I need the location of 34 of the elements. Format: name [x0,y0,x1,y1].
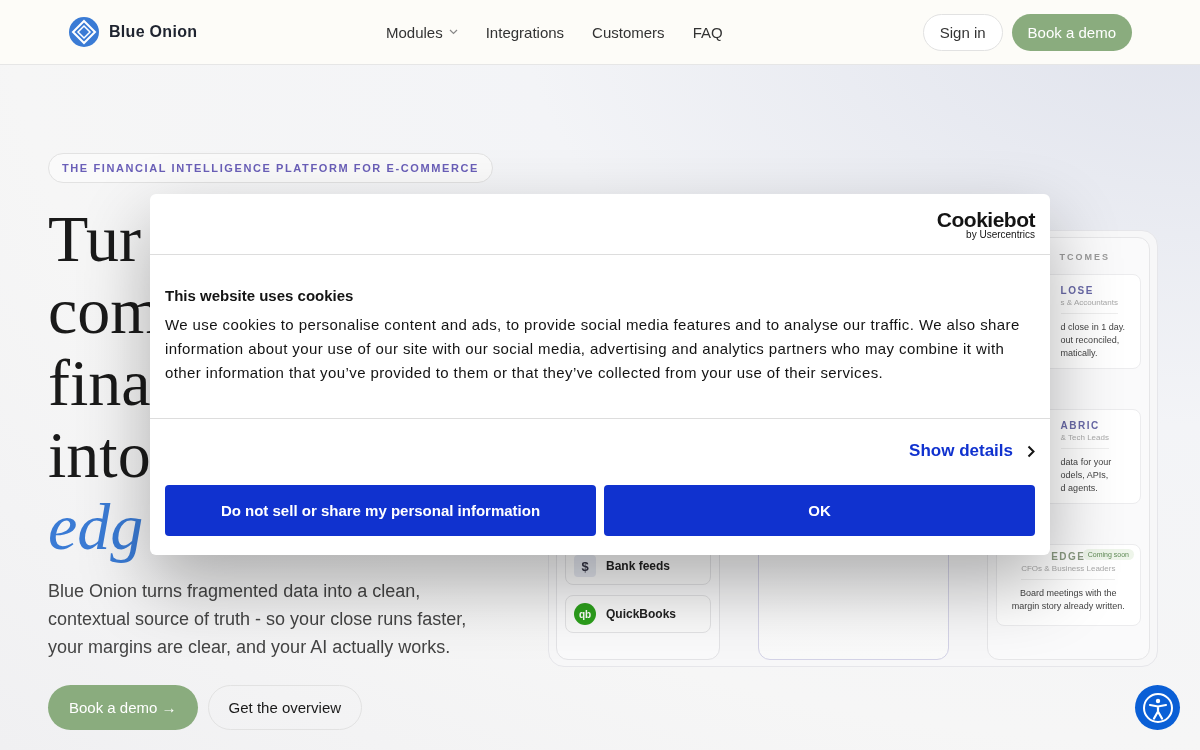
chevron-right-icon [1027,444,1035,458]
outcome-audience: CFOs & Business Leaders [1021,564,1116,580]
show-details-link[interactable]: Show details [909,441,1035,461]
sign-in-button[interactable]: Sign in [922,13,1003,51]
lead-paragraph: Blue Onion turns fragmented data into a clean, contextual source of truth - so your close runs faster, your margins are clear, and your AI actually works. [48,580,468,659]
outcomes-heading: TCOMES [1058,252,1112,262]
dialog-text: We use cookies to personalise content and ads, to provide social media features and to analyse our traffic. We also share information about your use of our site with our social media, advertising and analytics partners who may combine it with other information that you’ve provided to them or that they’ve collected from your use of their services. [165,315,1021,383]
source-icon: qb [574,603,596,625]
source-icon: $ [574,555,596,577]
headline-text: into [48,419,152,491]
headline-text: Tur [48,203,142,275]
nav-link[interactable]: Integrations [485,23,565,41]
ok-button[interactable]: OK [604,485,1035,536]
eyebrow-tag: THE FINANCIAL INTELLIGENCE PLATFORM FOR E-COMMERCE [48,153,493,183]
outcome-title: ABRIC [1060,420,1100,431]
dialog-title: This website uses cookies [165,287,355,304]
nav-link[interactable]: FAQ [692,23,723,41]
cookiebot-logo: Cookiebot by Usercentrics [936,208,1035,240]
outcome-text: Board meetings with the margin story already written. [1011,587,1125,613]
outcome-title: LOSE [1060,285,1094,296]
headline-accent: edg [48,491,145,563]
headline-text: fina [48,347,152,419]
outcome-audience: & Tech Leads [1060,433,1109,449]
nav-link[interactable]: Modules [386,23,458,41]
source-label: QuickBooks [606,607,677,621]
source-label: Bank feeds [606,559,671,573]
accessibility-button[interactable] [1135,685,1180,730]
outcome-text: d close in 1 day. out reconciled, matically. [1060,321,1125,360]
nav-link[interactable]: Customers [592,23,665,41]
do-not-sell-button[interactable]: Do not sell or share my personal information [165,485,596,536]
brand-name: Blue Onion [109,23,198,41]
outcome-audience: s & Accountants [1060,298,1118,314]
diamond-logo-icon [68,16,100,48]
outcome-text: data for your odels, APIs, d agents. [1060,456,1112,495]
